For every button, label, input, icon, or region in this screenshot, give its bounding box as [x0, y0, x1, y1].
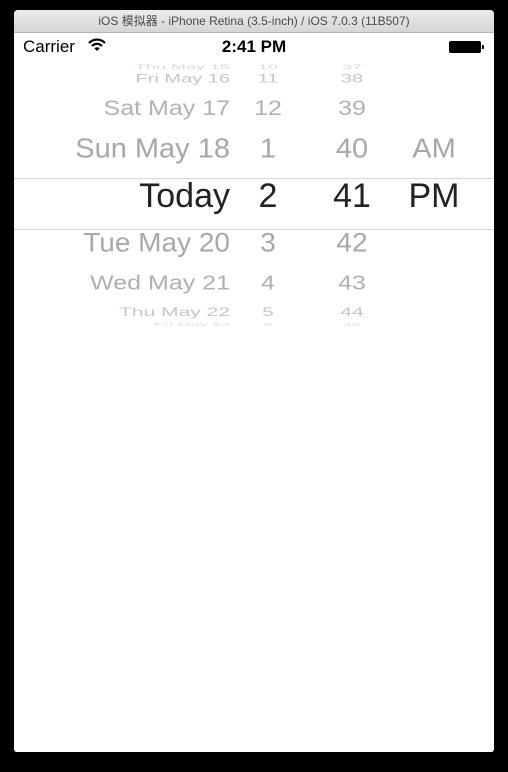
- picker-minute-item[interactable]: 44: [324, 306, 380, 318]
- picker-hour-item[interactable]: 6: [248, 322, 288, 328]
- picker-date-item[interactable]: Fri May 16: [136, 73, 230, 85]
- picker-minute-item[interactable]: 40: [324, 134, 380, 163]
- picker-minute-item[interactable]: 37: [324, 64, 380, 70]
- battery-icon: [449, 41, 484, 53]
- picker-hour-item[interactable]: 3: [248, 229, 288, 257]
- picker-minute-item[interactable]: 42: [324, 229, 380, 257]
- selected-picker-date-item[interactable]: Today: [139, 179, 230, 213]
- picker-hour-item[interactable]: 11: [248, 73, 288, 85]
- picker-date-item[interactable]: Fri May 23: [154, 322, 230, 328]
- picker-hour-item[interactable]: 12: [248, 97, 288, 118]
- picker-date-item[interactable]: Tue May 20: [83, 229, 230, 257]
- status-bar: Carrier 2:41 PM: [14, 33, 494, 61]
- iphone-screen: Carrier 2:41 PM Thu May 15 10 37 Fri May 16…: [14, 33, 494, 752]
- status-time: 2:41 PM: [221, 37, 287, 56]
- selected-picker-period-item[interactable]: PM: [398, 179, 470, 213]
- selected-picker-hour-item[interactable]: 2: [248, 179, 288, 213]
- picker-hour-item[interactable]: 1: [248, 134, 288, 163]
- picker-date-item[interactable]: Sun May 18: [75, 134, 230, 163]
- picker-date-item[interactable]: Wed May 21: [90, 273, 230, 293]
- picker-minute-item[interactable]: 43: [324, 273, 380, 293]
- picker-date-item[interactable]: Thu May 22: [119, 306, 230, 318]
- window-title: iOS 模拟器 - iPhone Retina (3.5-inch) / iOS…: [14, 10, 494, 33]
- picker-hour-item[interactable]: 4: [248, 273, 288, 293]
- picker-date-item[interactable]: Sat May 17: [104, 97, 230, 118]
- simulator-window: iOS 模拟器 - iPhone Retina (3.5-inch) / iOS…: [14, 10, 494, 752]
- picker-date-item[interactable]: Thu May 15: [135, 64, 230, 70]
- picker-minute-item[interactable]: 38: [324, 73, 380, 85]
- picker-minute-item[interactable]: 39: [324, 97, 380, 118]
- picker-period-item[interactable]: AM: [398, 134, 470, 163]
- picker-hour-item[interactable]: 10: [248, 64, 288, 70]
- picker-hour-item[interactable]: 5: [248, 306, 288, 318]
- date-time-picker[interactable]: Thu May 15 10 37 Fri May 16 11 38 Sat May 17 12…: [14, 61, 494, 331]
- selected-picker-minute-item[interactable]: 41: [324, 179, 380, 213]
- picker-minute-item[interactable]: 45: [324, 322, 380, 328]
